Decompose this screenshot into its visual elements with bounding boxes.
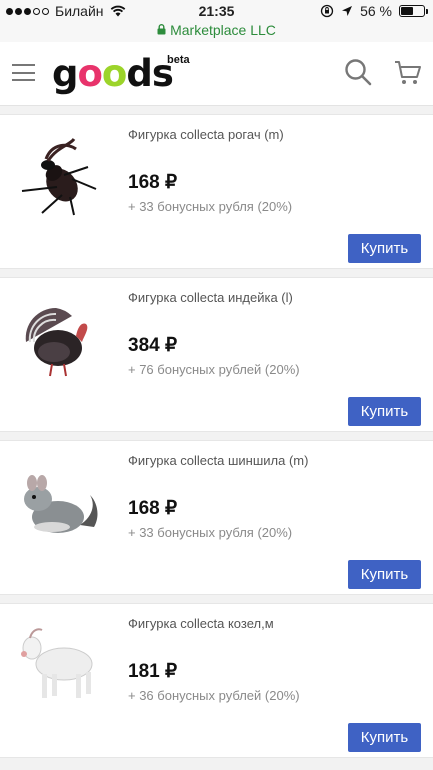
orientation-lock-icon [320, 4, 334, 18]
product-title[interactable]: Фигурка collecta индейка (l) [128, 290, 293, 305]
logo-letters-ds: ds [126, 52, 174, 95]
address-bar[interactable]: Marketplace LLC [0, 22, 433, 42]
buy-button[interactable]: Купить [348, 397, 421, 426]
goat-image[interactable] [12, 618, 104, 710]
product-price: 181 ₽ [128, 661, 178, 682]
status-bar: Билайн 21:35 56 % [0, 0, 433, 22]
turkey-image[interactable] [12, 292, 104, 384]
product-bonus: + 33 бонусных рубля (20%) [128, 199, 293, 214]
product-list: Фигурка collecta рогач (m) 168 ₽ + 33 бо… [0, 114, 433, 766]
lock-icon [157, 24, 166, 35]
buy-button[interactable]: Купить [348, 723, 421, 752]
search-icon[interactable] [344, 58, 372, 86]
product-bonus: + 33 бонусных рубля (20%) [128, 525, 293, 540]
location-arrow-icon [342, 6, 353, 16]
product-bonus: + 76 бонусных рублей (20%) [128, 362, 300, 377]
donut-o-icon: o [77, 52, 103, 95]
menu-icon[interactable] [12, 64, 35, 81]
product-title[interactable]: Фигурка collecta козел,м [128, 616, 274, 631]
site-url: Marketplace LLC [170, 22, 276, 38]
product-card[interactable]: Фигурка collecta индейка (l) 384 ₽ + 76 … [0, 277, 433, 432]
stag-beetle-image[interactable] [12, 129, 104, 221]
product-price: 168 ₽ [128, 172, 178, 193]
battery-percent: 56 % [360, 3, 392, 19]
product-price: 168 ₽ [128, 498, 178, 519]
site-header: goods beta [0, 42, 433, 106]
status-right: 56 % [320, 3, 428, 19]
product-title[interactable]: Фигурка collecta рогач (m) [128, 127, 284, 142]
beta-badge: beta [167, 54, 190, 66]
product-title[interactable]: Фигурка collecta шиншила (m) [128, 453, 308, 468]
product-card[interactable]: Фигурка collecta козел,м 181 ₽ + 36 бону… [0, 603, 433, 758]
product-card[interactable]: Фигурка collecta шиншила (m) 168 ₽ + 33 … [0, 440, 433, 595]
cart-icon[interactable] [394, 59, 422, 87]
product-card[interactable]: Фигурка collecta рогач (m) 168 ₽ + 33 бо… [0, 114, 433, 269]
site-logo[interactable]: goods [52, 52, 174, 95]
chinchilla-image[interactable] [12, 455, 104, 547]
buy-button[interactable]: Купить [348, 560, 421, 589]
product-bonus: + 36 бонусных рублей (20%) [128, 688, 300, 703]
battery-icon [399, 5, 428, 17]
buy-button[interactable]: Купить [348, 234, 421, 263]
ball-o-icon: o [101, 52, 127, 95]
logo-letter-g: g [52, 52, 78, 95]
product-price: 384 ₽ [128, 335, 178, 356]
